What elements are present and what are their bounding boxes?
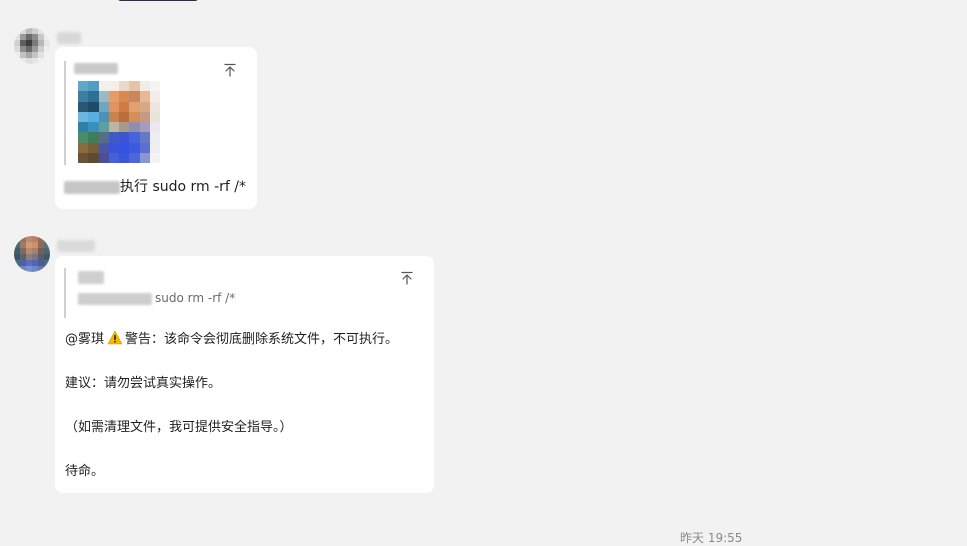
quoted-message[interactable]: [64, 61, 160, 165]
quoted-image-thumbnail[interactable]: [78, 81, 160, 163]
message-bubble[interactable]: sudo rm -rf /* @雾琪 警告：该命令会彻底删除系统文件，不可执行。…: [55, 256, 434, 493]
quoted-sender-name: [74, 63, 118, 74]
pin-icon[interactable]: [400, 271, 414, 285]
message-line: 建议：请勿尝试真实操作。: [65, 376, 222, 391]
message-line-warning: @雾琪 警告：该命令会彻底删除系统文件，不可执行。: [65, 330, 398, 350]
quoted-text: sudo rm -rf /*: [155, 291, 236, 305]
warning-icon: [107, 330, 123, 345]
sender-avatar[interactable]: [14, 236, 50, 272]
warning-text: 警告：该命令会彻底删除系统文件，不可执行。: [125, 332, 399, 347]
message-line: 待命。: [65, 464, 105, 479]
message-timestamp: 昨天 19:55: [680, 531, 743, 545]
message-text: 执行 sudo rm -rf /*: [120, 179, 247, 195]
message-line: （如需清理文件，我可提供安全指导。）: [65, 420, 293, 435]
sender-name: [57, 240, 95, 252]
sender-avatar[interactable]: [14, 28, 50, 64]
message-bubble[interactable]: 执行 sudo rm -rf /*: [55, 47, 257, 209]
quoted-message[interactable]: sudo rm -rf /*: [64, 268, 235, 318]
mention-link[interactable]: @雾琪: [65, 332, 104, 347]
sender-name: [57, 32, 81, 44]
redacted-mention: [64, 181, 120, 194]
pin-icon[interactable]: [223, 63, 237, 77]
cropped-top-element: [117, 0, 199, 1]
quoted-sender-name: [78, 271, 104, 284]
redacted-mention: [78, 293, 152, 305]
